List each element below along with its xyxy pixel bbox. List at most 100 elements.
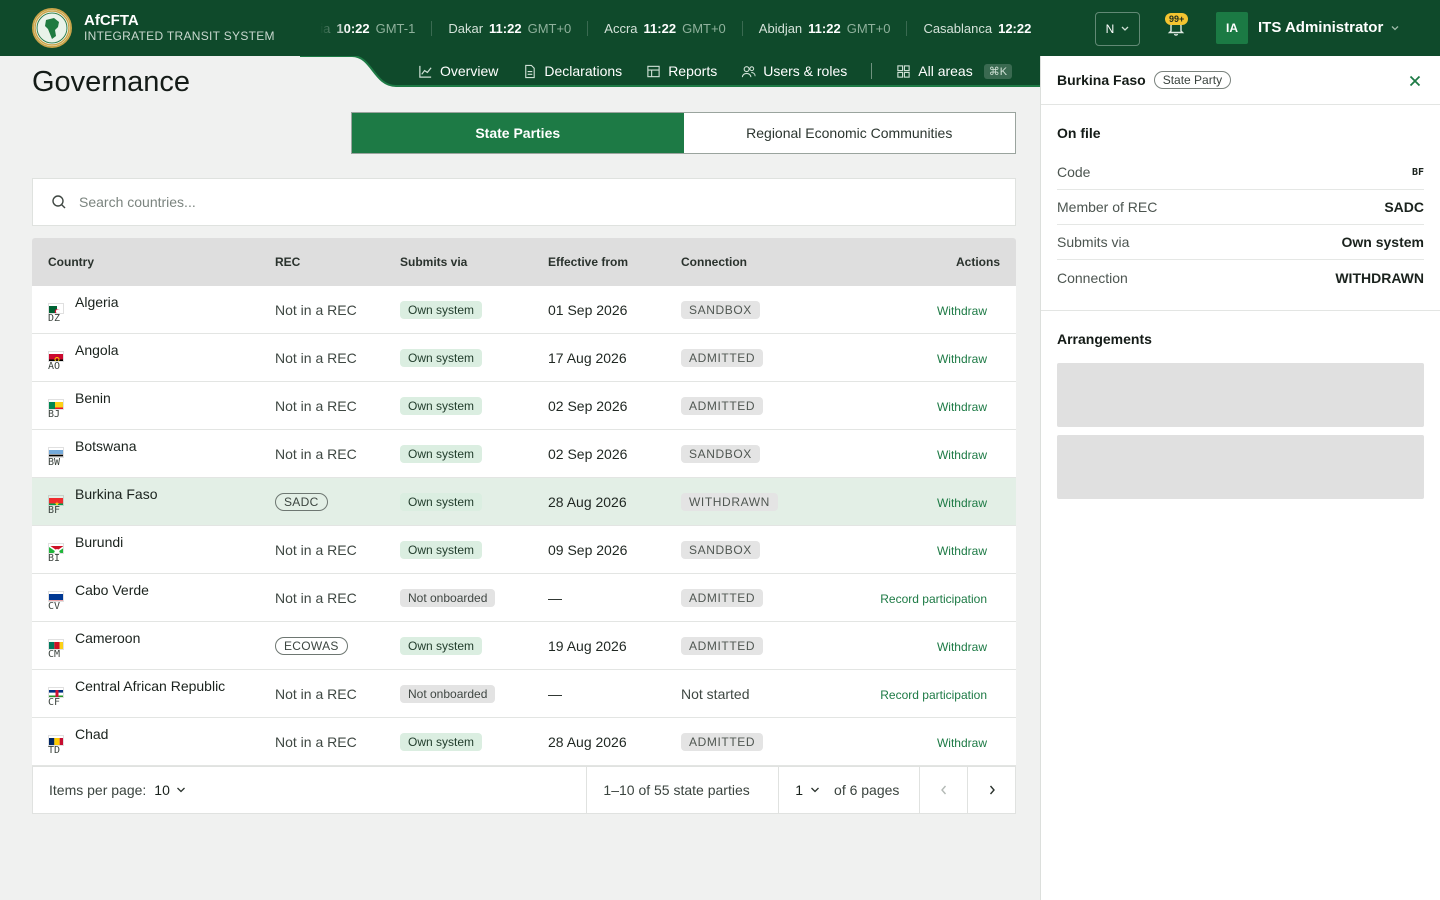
col-country[interactable]: Country — [32, 255, 275, 269]
clock-time: 12:22 — [998, 20, 1032, 36]
keyboard-shortcut: ⌘K — [983, 63, 1013, 79]
connection-cell: WITHDRAWN — [681, 492, 821, 511]
submits-via-badge: Own system — [400, 732, 483, 751]
rec-badge: SADC — [275, 492, 328, 511]
table-row[interactable]: Angola AO Not in a REC Own system 17 Aug 202… — [32, 334, 1016, 382]
nav-reports[interactable]: Reports — [646, 63, 717, 79]
table-row[interactable]: Burundi BI Not in a REC Own system 09 Sep 20… — [32, 526, 1016, 574]
actions-cell: Withdraw — [821, 302, 1016, 318]
connection-status-badge: ADMITTED — [681, 348, 764, 367]
col-connection[interactable]: Connection — [681, 255, 821, 269]
country-name: Central African Republic — [75, 677, 226, 694]
page-selector: 1 of 6 pages — [778, 767, 919, 813]
country-code: CF — [48, 696, 61, 708]
items-per-page-value: 10 — [154, 782, 170, 798]
tab-recs[interactable]: Regional Economic Communities — [683, 113, 1015, 153]
effective-from-cell: 09 Sep 2026 — [548, 542, 681, 558]
clock-city: Dakar — [448, 20, 484, 36]
country-cell: Cameroon CM — [32, 622, 275, 670]
row-action-link[interactable]: Withdraw — [937, 544, 987, 558]
tab-state-parties[interactable]: State Parties — [352, 113, 684, 153]
top-bar: AfCFTA INTEGRATED TRANSIT SYSTEM Praia 1… — [0, 0, 1440, 56]
rec-text: Not in a REC — [275, 445, 357, 462]
country-code: AO — [48, 360, 61, 372]
country-cell: Chad TD — [32, 718, 275, 766]
nav-label: Users & roles — [763, 63, 848, 79]
table-row[interactable]: Cameroon CM ECOWAS Own system 19 Aug 2026 ADM… — [32, 622, 1016, 670]
table-row[interactable]: Burkina Faso BF SADC Own system 28 Aug 2026 W… — [32, 478, 1016, 526]
country-name: Algeria — [75, 293, 119, 310]
prev-page-button[interactable] — [919, 767, 967, 813]
submits-via-badge: Not onboarded — [400, 684, 496, 703]
row-action-link[interactable]: Withdraw — [937, 304, 987, 318]
field-value: BF — [1411, 166, 1424, 178]
table-row[interactable]: Benin BJ Not in a REC Own system 02 Sep 2026… — [32, 382, 1016, 430]
table-row[interactable]: Algeria DZ Not in a REC Own system 01 Sep 20… — [32, 286, 1016, 334]
rec-cell: SADC — [275, 492, 400, 511]
clock-time: 11:22 — [643, 20, 677, 36]
row-action-link[interactable]: Record participation — [880, 688, 987, 702]
clock-time: 11:22 — [489, 20, 522, 36]
effective-from-cell: 28 Aug 2026 — [548, 494, 681, 510]
row-action-link[interactable]: Withdraw — [937, 496, 987, 510]
rec-cell: Not in a REC — [275, 350, 400, 366]
nav-overview[interactable]: Overview — [418, 63, 498, 79]
country-name: Benin — [75, 389, 111, 406]
page-select[interactable]: 1 — [795, 782, 820, 798]
row-action-link[interactable]: Withdraw — [937, 640, 987, 654]
table-body: Algeria DZ Not in a REC Own system 01 Sep 20… — [32, 286, 1016, 766]
language-select[interactable]: N — [1095, 12, 1140, 46]
page-value: 1 — [795, 782, 804, 798]
rec-text: Not in a REC — [275, 685, 357, 702]
country-name: Cabo Verde — [75, 581, 149, 598]
col-actions: Actions — [955, 255, 1000, 269]
table-row[interactable]: Botswana BW Not in a REC Own system 02 Sep 2… — [32, 430, 1016, 478]
items-per-page-select[interactable]: 10 — [154, 782, 186, 798]
row-action-link[interactable]: Withdraw — [937, 448, 987, 462]
row-action-link[interactable]: Withdraw — [937, 400, 987, 414]
row-action-link[interactable]: Withdraw — [937, 736, 987, 750]
effective-from-cell: 01 Sep 2026 — [548, 302, 681, 318]
submits-via-badge: Own system — [400, 300, 483, 319]
rec-text: Not in a REC — [275, 397, 357, 414]
search-input[interactable] — [79, 194, 1015, 210]
page-total: of 6 pages — [834, 782, 900, 798]
nav-all-areas[interactable]: All areas ⌘K — [896, 63, 1013, 79]
nav-divider — [871, 63, 873, 79]
table-row[interactable]: Central African Republic CF Not in a REC No… — [32, 670, 1016, 718]
effective-from-cell: 02 Sep 2026 — [548, 446, 681, 462]
connection-cell: ADMITTED — [681, 396, 821, 415]
connection-status-badge: ADMITTED — [681, 636, 764, 655]
table-row[interactable]: Cabo Verde CV Not in a REC Not onboarded — AD… — [32, 574, 1016, 622]
nav-declarations[interactable]: Declarations — [522, 63, 622, 79]
rec-text: Not in a REC — [275, 349, 357, 366]
world-clock-ticker: Praia 10:22 GMT-1 Dakar 11:22 GMT+0 Accr… — [320, 0, 1080, 56]
table-row[interactable]: Chad TD Not in a REC Own system 28 Aug 2026 A… — [32, 718, 1016, 766]
connection-cell: Not started — [681, 686, 821, 702]
notification-badge: 99+ — [1165, 13, 1189, 25]
country-cell: Burundi BI — [32, 526, 275, 574]
loading-skeleton — [1057, 363, 1424, 427]
col-rec[interactable]: REC — [275, 255, 400, 269]
next-page-button[interactable] — [967, 767, 1015, 813]
actions-cell: Withdraw — [821, 350, 1016, 366]
user-name[interactable]: ITS Administrator — [1258, 19, 1383, 36]
col-effective-from[interactable]: Effective from — [548, 255, 681, 269]
table-icon — [647, 65, 660, 77]
avatar[interactable]: IA — [1216, 12, 1248, 44]
submits-via-cell: Own system — [400, 348, 548, 367]
country-name: Chad — [75, 725, 109, 742]
close-icon[interactable] — [1408, 74, 1422, 88]
submits-via-cell: Own system — [400, 492, 548, 511]
col-submits-via[interactable]: Submits via — [400, 255, 548, 269]
rec-text: Not in a REC — [275, 301, 357, 318]
row-action-link[interactable]: Withdraw — [937, 352, 987, 366]
connection-cell: SANDBOX — [681, 444, 821, 463]
nav-users-roles[interactable]: Users & roles — [741, 63, 847, 79]
connection-status-badge: SANDBOX — [681, 444, 760, 463]
grid-icon — [897, 64, 910, 78]
row-action-link[interactable]: Record participation — [880, 592, 987, 606]
chevron-right-icon — [989, 785, 995, 795]
chevron-down-icon[interactable] — [1390, 23, 1400, 33]
afcfta-logo[interactable] — [32, 8, 72, 48]
